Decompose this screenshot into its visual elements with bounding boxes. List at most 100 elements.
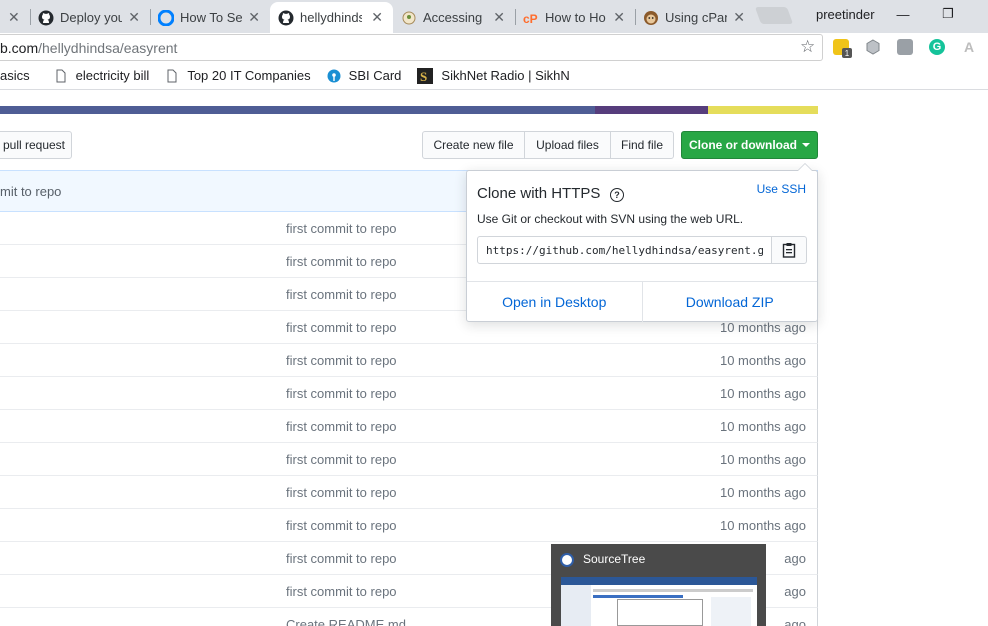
preview-thumbnail	[561, 577, 757, 626]
clone-url-input[interactable]	[477, 236, 772, 264]
commit-message-link[interactable]: first commit to repo	[286, 518, 397, 533]
sikhnet-icon: S	[417, 67, 434, 84]
commit-message-link[interactable]: first commit to repo	[286, 584, 397, 599]
commit-message-link[interactable]: first commit to repo	[286, 254, 397, 269]
language-bar-segment	[0, 106, 595, 114]
commit-age: ago	[784, 584, 806, 599]
table-row[interactable]: first commit to repo 10 months ago	[0, 476, 818, 509]
language-bar-segment	[594, 106, 709, 114]
bookmarks-bar: asics electricity bill Top 20 IT Compani…	[0, 62, 988, 90]
close-tab-icon[interactable]: ✕	[248, 9, 260, 26]
table-row[interactable]: first commit to repo 10 months ago	[0, 344, 818, 377]
commit-age: 10 months ago	[719, 452, 806, 467]
grammarly-icon[interactable]: G	[929, 39, 945, 55]
close-tab-icon[interactable]: ✕	[733, 9, 745, 26]
tab-how-to-ho[interactable]: cP How to Ho ✕	[515, 2, 635, 33]
svg-text:cP: cP	[523, 12, 538, 26]
extension-badge-icon[interactable]: 1	[833, 39, 852, 58]
close-tab-icon[interactable]: ✕	[493, 9, 505, 26]
bookmark-label: Top 20 IT Companies	[187, 68, 311, 83]
commit-message-link[interactable]: Create README.md	[286, 617, 406, 626]
page-icon	[56, 69, 66, 82]
tab-github-partial[interactable]: ✕	[0, 2, 30, 33]
bookmark-top-20-it[interactable]: Top 20 IT Companies	[165, 68, 311, 83]
tab-hellydhindsa-active[interactable]: hellydhinds ✕	[270, 2, 393, 33]
browser-toolbar: b.com/hellydhindsa/easyrent ☆ 1 G A	[0, 33, 988, 62]
clone-or-download-button[interactable]: Clone or download	[681, 131, 818, 159]
tab-using-cpanel[interactable]: Using cPan ✕	[635, 2, 755, 33]
taskbar-thumbnail-preview[interactable]: SourceTree	[551, 544, 766, 626]
github-icon	[38, 10, 54, 25]
preview-window-title: SourceTree	[583, 552, 646, 566]
new-pull-request-button[interactable]: pull request	[0, 131, 72, 159]
tab-title: hellydhinds	[300, 10, 362, 25]
extension-cube-icon[interactable]	[865, 39, 881, 55]
commit-message-link[interactable]: first commit to repo	[286, 353, 397, 368]
help-icon[interactable]: ?	[610, 188, 624, 202]
commit-message-link[interactable]: first commit to repo	[286, 452, 397, 467]
copy-to-clipboard-button[interactable]	[771, 236, 807, 264]
table-row[interactable]: first commit to repo 10 months ago	[0, 410, 818, 443]
close-tab-icon[interactable]: ✕	[613, 9, 625, 26]
profile-name[interactable]: preetinder	[816, 7, 875, 22]
bookmark-label: electricity bill	[75, 68, 150, 83]
commit-message-link[interactable]: first commit to repo	[286, 419, 397, 434]
bookmark-star-icon[interactable]: ☆	[800, 37, 815, 57]
open-in-desktop-button[interactable]: Open in Desktop	[467, 282, 642, 322]
commit-age: 10 months ago	[719, 518, 806, 533]
table-row[interactable]: first commit to repo 10 months ago	[0, 443, 818, 476]
bookmark-asics[interactable]: asics	[0, 68, 30, 83]
sourcetree-icon	[560, 553, 574, 567]
commit-message-link[interactable]: first commit to repo	[286, 386, 397, 401]
clone-popover: Clone with HTTPS ? Use SSH Use Git or ch…	[466, 163, 818, 322]
address-bar[interactable]: b.com/hellydhindsa/easyrent	[0, 34, 823, 61]
bookmark-sbi-card[interactable]: SBI Card	[327, 68, 401, 83]
commit-message-link[interactable]: first commit to repo	[286, 485, 397, 500]
close-tab-icon[interactable]: ✕	[371, 9, 383, 26]
page-content: pull request Create new file Upload file…	[0, 90, 988, 626]
commit-message-link[interactable]: first commit to repo	[286, 551, 397, 566]
angular-icon[interactable]: A	[961, 39, 977, 55]
clone-popover-footer: Open in Desktop Download ZIP	[467, 281, 817, 322]
extension-badge-count: 1	[842, 48, 852, 58]
clone-label: Clone or download	[689, 138, 797, 152]
commit-message-link[interactable]: first commit to repo	[286, 221, 397, 236]
use-ssh-link[interactable]: Use SSH	[757, 182, 806, 196]
close-tab-icon[interactable]: ✕	[8, 9, 20, 26]
bookmark-label: SikhNet Radio | SikhN	[441, 68, 570, 83]
language-bar-segment	[708, 106, 818, 114]
create-new-file-button[interactable]: Create new file	[422, 131, 525, 159]
restore-icon[interactable]: ❐	[938, 4, 958, 24]
page-icon	[167, 69, 177, 82]
tab-how-to-set[interactable]: How To Set ✕	[150, 2, 270, 33]
minimize-icon[interactable]: —	[893, 4, 913, 24]
tab-title: Deploy you	[60, 10, 122, 25]
tab-strip: ✕ Deploy you ✕ How To Set ✕ hellydhinds …	[0, 0, 988, 33]
close-tab-icon[interactable]: ✕	[128, 9, 140, 26]
table-row[interactable]: first commit to repo 10 months ago	[0, 509, 818, 542]
popover-arrow	[797, 163, 813, 171]
commit-message-link[interactable]: first commit to repo	[286, 320, 397, 335]
url-path: /hellydhindsa/easyrent	[38, 39, 178, 56]
latest-commit-message[interactable]: mit to repo	[0, 184, 61, 199]
commit-age: 10 months ago	[719, 419, 806, 434]
upload-files-button[interactable]: Upload files	[524, 131, 611, 159]
clipboard-icon	[782, 243, 796, 258]
generic-page-icon	[402, 11, 416, 24]
table-row[interactable]: first commit to repo 10 months ago	[0, 377, 818, 410]
extension-pocket-icon[interactable]	[897, 39, 913, 55]
bookmark-sikhnet[interactable]: S SikhNet Radio | SikhN	[417, 67, 570, 84]
url-host: b.com	[0, 39, 39, 56]
download-zip-button[interactable]: Download ZIP	[641, 282, 818, 322]
language-bar	[0, 106, 818, 114]
new-tab-button[interactable]	[754, 7, 794, 24]
tab-accessing[interactable]: Accessing C ✕	[393, 2, 515, 33]
find-file-button[interactable]: Find file	[610, 131, 674, 159]
bookmark-electricity-bill[interactable]: electricity bill	[54, 68, 150, 83]
tab-deploy[interactable]: Deploy you ✕	[30, 2, 150, 33]
tab-title: Accessing C	[423, 10, 485, 25]
commit-age: 10 months ago	[719, 386, 806, 401]
commit-message-link[interactable]: first commit to repo	[286, 287, 397, 302]
commit-age: ago	[784, 617, 806, 626]
pull-request-label: pull request	[2, 138, 66, 152]
